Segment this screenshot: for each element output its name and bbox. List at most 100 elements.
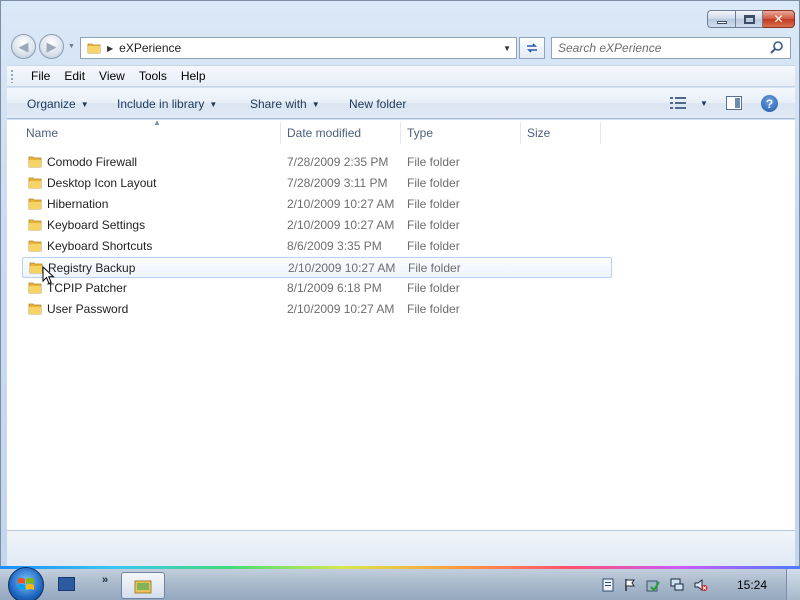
sort-ascending-icon: ▲ xyxy=(153,118,161,127)
clock[interactable]: 15:24 xyxy=(737,578,767,592)
back-button[interactable]: ◀ xyxy=(11,34,36,59)
minimize-button[interactable] xyxy=(707,10,736,28)
file-name: TCPIP Patcher xyxy=(47,281,127,295)
column-header-date-label: Date modified xyxy=(287,126,362,140)
file-name: Keyboard Settings xyxy=(47,218,146,232)
folder-icon xyxy=(28,198,42,210)
file-date-modified: 7/28/2009 2:35 PM xyxy=(287,155,389,169)
file-date-modified: 2/10/2009 10:27 AM xyxy=(288,261,396,275)
column-header-date-modified[interactable]: Date modified xyxy=(281,120,401,146)
column-header-size[interactable]: Size xyxy=(521,120,601,146)
organize-button[interactable]: Organize ▼ xyxy=(27,97,89,111)
organize-label: Organize xyxy=(27,97,76,111)
title-bar[interactable]: ✕ xyxy=(1,1,800,31)
explorer-folder-icon xyxy=(134,580,152,593)
start-button[interactable] xyxy=(8,567,44,600)
folder-icon xyxy=(28,240,42,252)
command-bar: Organize ▼ Include in library ▼ Share with… xyxy=(7,88,795,119)
mouse-cursor-icon xyxy=(42,266,55,285)
help-icon: ? xyxy=(765,96,774,111)
file-name: User Password xyxy=(47,302,129,316)
file-row[interactable]: Keyboard Settings 2/10/2009 10:27 AM File … xyxy=(22,215,612,236)
navigation-row: ◀ ▶ ▼ ▶ eXPerience ▼ xyxy=(1,31,800,63)
share-with-button[interactable]: Share with ▼ xyxy=(250,97,320,111)
caption-buttons: ✕ xyxy=(707,10,795,28)
file-date-modified: 8/1/2009 6:18 PM xyxy=(287,281,382,295)
maximize-icon xyxy=(743,14,755,24)
menu-bar: File Edit View Tools Help xyxy=(7,65,795,87)
action-center-flag-icon[interactable] xyxy=(623,578,637,592)
include-in-library-button[interactable]: Include in library ▼ xyxy=(117,97,217,111)
new-folder-label: New folder xyxy=(349,97,407,111)
menu-edit[interactable]: Edit xyxy=(57,69,92,83)
menu-view[interactable]: View xyxy=(92,69,132,83)
show-desktop-button[interactable] xyxy=(786,569,800,600)
column-header-name-label: Name xyxy=(26,126,59,140)
file-name: Comodo Firewall xyxy=(47,155,138,169)
chevron-down-icon: ▼ xyxy=(80,100,89,109)
folder-icon xyxy=(29,262,43,274)
file-name: Registry Backup xyxy=(48,261,136,275)
search-box[interactable] xyxy=(551,37,791,59)
menu-tools[interactable]: Tools xyxy=(132,69,174,83)
recent-pages-dropdown[interactable]: ▼ xyxy=(68,43,75,50)
file-row[interactable]: Keyboard Shortcuts 8/6/2009 3:35 PM File f… xyxy=(22,236,612,257)
column-header-type-label: Type xyxy=(407,126,434,140)
file-name: Desktop Icon Layout xyxy=(47,176,157,190)
column-header-name[interactable]: ▲ Name xyxy=(13,118,281,146)
address-bar[interactable]: ▶ eXPerience ▼ xyxy=(80,37,517,59)
chevron-down-icon: ▼ xyxy=(311,100,320,109)
search-input[interactable] xyxy=(558,41,763,55)
column-divider[interactable] xyxy=(600,122,601,144)
column-header-type[interactable]: Type xyxy=(401,120,521,146)
file-type: File folder xyxy=(407,176,460,190)
chevron-down-icon[interactable]: ▼ xyxy=(700,99,708,108)
file-row[interactable]: Comodo Firewall 7/28/2009 2:35 PM File fol… xyxy=(22,152,612,173)
change-view-button[interactable]: ▼ xyxy=(670,97,708,109)
folder-icon xyxy=(28,177,42,189)
help-button[interactable]: ? xyxy=(761,95,778,112)
network-icon[interactable] xyxy=(670,578,684,592)
refresh-button[interactable] xyxy=(519,37,545,59)
file-type: File folder xyxy=(407,155,460,169)
security-check-icon[interactable] xyxy=(646,578,660,592)
close-button[interactable]: ✕ xyxy=(763,10,795,28)
file-row[interactable]: Hibernation 2/10/2009 10:27 AM File folder xyxy=(22,194,612,215)
close-icon: ✕ xyxy=(773,12,784,26)
breadcrumb-separator-icon[interactable]: ▶ xyxy=(107,44,113,53)
windows-logo-icon xyxy=(18,578,34,590)
file-date-modified: 2/10/2009 10:27 AM xyxy=(287,197,395,211)
file-type: File folder xyxy=(407,218,460,232)
file-date-modified: 2/10/2009 10:27 AM xyxy=(287,302,395,316)
file-list-pane[interactable]: ▲ Name Date modified Type Size Comodo Fi… xyxy=(7,118,795,530)
breadcrumb-crumb[interactable]: eXPerience xyxy=(119,41,181,55)
folder-icon xyxy=(28,219,42,231)
show-desktop-quicklaunch-icon[interactable] xyxy=(58,577,75,591)
file-date-modified: 2/10/2009 10:27 AM xyxy=(287,218,395,232)
details-pane xyxy=(7,530,795,568)
address-dropdown-icon[interactable]: ▼ xyxy=(503,44,511,53)
file-name: Keyboard Shortcuts xyxy=(47,239,153,253)
file-row[interactable]: User Password 2/10/2009 10:27 AM File fold… xyxy=(22,299,612,320)
menu-help[interactable]: Help xyxy=(174,69,213,83)
menu-file[interactable]: File xyxy=(24,69,57,83)
new-folder-button[interactable]: New folder xyxy=(349,97,406,111)
maximize-button[interactable] xyxy=(736,10,763,28)
file-row[interactable]: TCPIP Patcher 8/1/2009 6:18 PM File folder xyxy=(22,278,612,299)
back-arrow-icon: ◀ xyxy=(18,38,29,54)
menu-grip-icon xyxy=(10,69,14,83)
column-headers: ▲ Name Date modified Type Size xyxy=(7,118,795,146)
forward-button[interactable]: ▶ xyxy=(39,34,64,59)
details-view-icon xyxy=(670,97,686,109)
quick-launch-more-icon[interactable]: » xyxy=(102,574,108,586)
folder-icon xyxy=(28,282,42,294)
clipboard-icon[interactable] xyxy=(601,578,615,592)
volume-muted-icon[interactable] xyxy=(694,578,708,592)
taskbar-explorer-button[interactable] xyxy=(121,572,165,599)
file-row[interactable]: Desktop Icon Layout 7/28/2009 3:11 PM File… xyxy=(22,173,612,194)
preview-pane-button[interactable] xyxy=(726,96,742,110)
search-icon[interactable] xyxy=(769,40,785,56)
file-name: Hibernation xyxy=(47,197,109,211)
file-date-modified: 7/28/2009 3:11 PM xyxy=(287,176,388,190)
file-row[interactable]: Registry Backup 2/10/2009 10:27 AM File fo… xyxy=(22,257,612,278)
